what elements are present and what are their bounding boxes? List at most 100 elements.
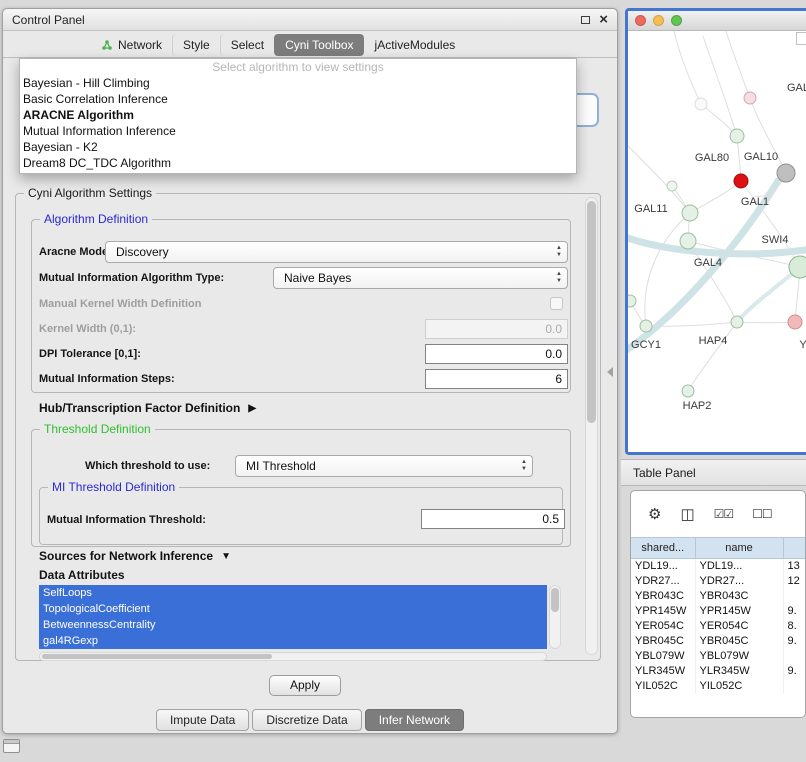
attribute-item-selected[interactable]: BetweennessCentrality: [39, 617, 547, 633]
kernel-width-input: [425, 319, 568, 339]
sources-section-toggle[interactable]: Sources for Network Inference ▼: [39, 549, 231, 563]
control-panel-window: Control Panel × Network Style Select Cyn…: [2, 8, 618, 734]
graph-node[interactable]: [730, 129, 744, 143]
graph-node[interactable]: [640, 320, 652, 332]
mi-steps-input[interactable]: [425, 369, 568, 389]
attribute-item-selected[interactable]: TopologicalCoefficient: [39, 601, 547, 617]
spinner-arrows-icon: ▲▼: [521, 459, 527, 473]
graph-node-label: HAP4: [699, 335, 728, 347]
chevron-down-icon[interactable]: ▼: [221, 551, 231, 562]
tab-select[interactable]: Select: [220, 34, 274, 56]
apply-button[interactable]: Apply: [269, 675, 341, 696]
network-graph[interactable]: GALGAL80GAL10GAL11GAL1SWI4GAL4GCY1HAP4HA…: [628, 31, 806, 455]
which-threshold-select[interactable]: MI Threshold ▲▼: [235, 455, 533, 477]
table-cell: YBR045C: [631, 634, 695, 649]
mi-threshold-input[interactable]: [421, 509, 565, 529]
column-header[interactable]: name: [695, 538, 783, 559]
network-window-titlebar: [628, 11, 806, 31]
close-traffic-light[interactable]: [635, 15, 646, 26]
group-title: Threshold Definition: [40, 422, 155, 436]
graph-node-label: GAL11: [634, 203, 667, 215]
selected-value: Naive Bayes: [284, 271, 351, 285]
float-window-icon[interactable]: [581, 16, 590, 24]
column-header[interactable]: shared...: [631, 538, 695, 559]
close-icon[interactable]: ×: [599, 12, 608, 27]
tab-label: Select: [231, 38, 264, 52]
settings-scrollbar[interactable]: [585, 197, 598, 655]
zoom-traffic-light[interactable]: [671, 15, 682, 26]
table-row[interactable]: YPR145WYPR145W9.: [631, 604, 806, 619]
table-cell: YER054C: [631, 619, 695, 634]
graph-node[interactable]: [682, 385, 694, 397]
attribute-list-scrollbar[interactable]: [549, 585, 561, 649]
panel-splitter-arrow-icon[interactable]: [607, 367, 613, 377]
table-row[interactable]: YBR043CYBR043C: [631, 589, 806, 604]
dropdown-item-selected[interactable]: ARACNE Algorithm: [20, 107, 576, 123]
graph-node[interactable]: [788, 315, 802, 329]
tab-cyni-toolbox[interactable]: Cyni Toolbox: [274, 34, 363, 56]
select-all-icon[interactable]: ☑☑: [714, 508, 734, 520]
table-row[interactable]: YBL079WYBL079W: [631, 649, 806, 664]
tab-style[interactable]: Style: [172, 34, 220, 56]
table-cell: YBR043C: [695, 589, 783, 604]
graph-node[interactable]: [628, 295, 636, 307]
aracne-mode-select[interactable]: Discovery ▲▼: [105, 241, 568, 263]
node-table: shared... name YDL19...YDL19...13YDR27..…: [631, 537, 806, 694]
table-panel-title: Table Panel: [633, 466, 696, 480]
tab-discretize-data[interactable]: Discretize Data: [252, 709, 361, 731]
dropdown-item[interactable]: Dream8 DC_TDC Algorithm: [20, 155, 576, 171]
attribute-list-hscrollbar[interactable]: [39, 652, 547, 661]
table-cell: YBR045C: [695, 634, 783, 649]
gear-icon[interactable]: ⚙: [648, 507, 661, 522]
network-icon: [101, 39, 113, 51]
table-cell: YER054C: [695, 619, 783, 634]
minimize-traffic-light[interactable]: [653, 15, 664, 26]
table-cell: YPR145W: [695, 604, 783, 619]
dropdown-item[interactable]: Bayesian - K2: [20, 139, 576, 155]
column-header[interactable]: [783, 538, 806, 559]
tab-network[interactable]: Network: [91, 34, 172, 56]
tab-label: Network: [118, 38, 162, 52]
tab-label: Style: [183, 38, 210, 52]
table-row[interactable]: YBR045CYBR045C9.: [631, 634, 806, 649]
deselect-all-icon[interactable]: ☐☐: [752, 508, 772, 520]
graph-node[interactable]: [682, 205, 698, 221]
columns-icon[interactable]: ◫: [680, 507, 694, 522]
control-panel-titlebar: Control Panel ×: [3, 9, 617, 31]
hub-section-label: Hub/Transcription Factor Definition: [39, 401, 240, 415]
graph-node[interactable]: [731, 316, 743, 328]
table-row[interactable]: YDR27...YDR27...12: [631, 574, 806, 589]
table-row[interactable]: YLR345WYLR345W9.: [631, 664, 806, 679]
tab-jactivemodules[interactable]: jActiveModules: [364, 34, 466, 56]
table-row[interactable]: YDL19...YDL19...13: [631, 559, 806, 574]
graph-node[interactable]: [789, 256, 806, 278]
graph-node[interactable]: [777, 164, 795, 182]
minimized-panel-icon[interactable]: [3, 739, 20, 753]
table-row[interactable]: YIL052CYIL052C: [631, 679, 806, 694]
graph-node[interactable]: [667, 181, 677, 191]
dropdown-item[interactable]: Basic Correlation Inference: [20, 91, 576, 107]
dropdown-item[interactable]: Bayesian - Hill Climbing: [20, 75, 576, 91]
table-cell: YDR27...: [695, 574, 783, 589]
attribute-item-selected[interactable]: gal4RGexp: [39, 633, 547, 649]
spinner-arrows-icon: ▲▼: [556, 271, 562, 285]
mi-algorithm-label: Mutual Information Algorithm Type:: [39, 272, 224, 284]
tab-impute-data[interactable]: Impute Data: [156, 709, 249, 731]
dropdown-item[interactable]: Mutual Information Inference: [20, 123, 576, 139]
dpi-tolerance-input[interactable]: [425, 344, 568, 364]
hub-section-toggle[interactable]: Hub/Transcription Factor Definition ▶: [39, 401, 256, 415]
graph-node[interactable]: [734, 174, 748, 188]
table-cell: 9.: [783, 634, 806, 649]
mi-algorithm-select[interactable]: Naive Bayes ▲▼: [273, 267, 568, 289]
chevron-right-icon[interactable]: ▶: [248, 403, 256, 414]
table-cell: YBL079W: [631, 649, 695, 664]
graph-node-label: GAL: [787, 82, 806, 94]
graph-node[interactable]: [744, 92, 756, 104]
table-row[interactable]: YER054CYER054C8.: [631, 619, 806, 634]
tab-infer-network[interactable]: Infer Network: [365, 709, 464, 731]
attribute-item-selected[interactable]: SelfLoops: [39, 585, 547, 601]
network-canvas[interactable]: GALGAL80GAL10GAL11GAL1SWI4GAL4GCY1HAP4HA…: [628, 31, 806, 455]
graph-node[interactable]: [680, 233, 696, 249]
graph-node[interactable]: [695, 98, 707, 110]
dpi-tolerance-label: DPI Tolerance [0,1]:: [39, 348, 141, 360]
